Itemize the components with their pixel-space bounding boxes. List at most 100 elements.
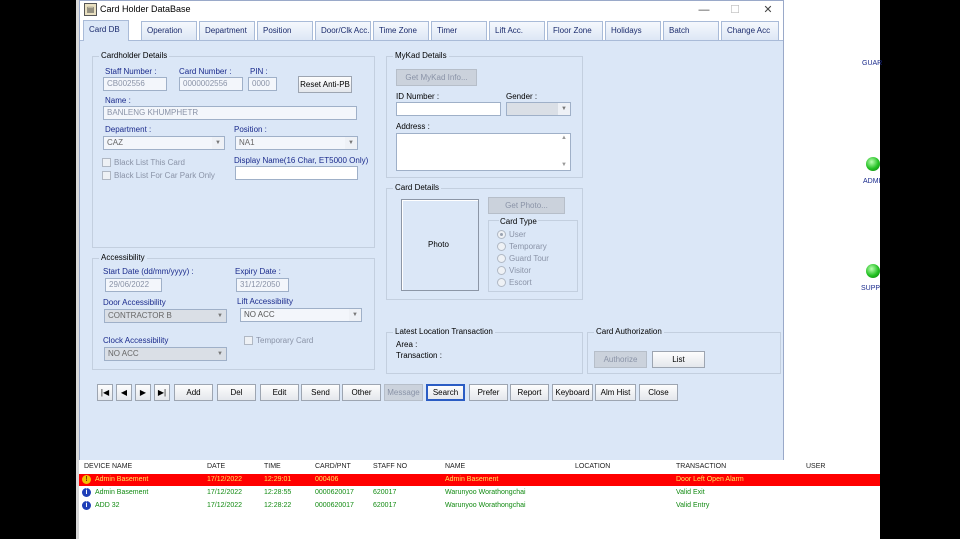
status-led-icon	[866, 157, 880, 171]
tab-department[interactable]: Department	[199, 21, 255, 40]
photo-frame[interactable]: Photo	[401, 199, 479, 291]
tab-timer[interactable]: Timer	[431, 21, 487, 40]
name-field[interactable]: BANLENG KHUMPHETR	[103, 106, 357, 120]
close-window-button[interactable]: ✕	[753, 1, 783, 19]
card-type-visitor-label: Visitor	[509, 266, 532, 275]
get-mykad-info-button[interactable]: Get MyKad Info...	[396, 69, 477, 86]
card-type-temporary-radio[interactable]	[497, 242, 506, 251]
col-time[interactable]: TIME	[264, 463, 281, 470]
log-row[interactable]: i ADD 32 17/12/2022 12:28:22 0000620017 …	[79, 500, 880, 512]
send-button[interactable]: Send	[301, 384, 340, 401]
prefer-button[interactable]: Prefer	[469, 384, 508, 401]
start-date-label: Start Date (dd/mm/yyyy) :	[103, 267, 194, 276]
tab-card-db[interactable]: Card DB	[83, 20, 129, 41]
tab-batch[interactable]: Batch	[663, 21, 719, 40]
card-holder-window: ▤ Card Holder DataBase — ☐ ✕ Card DB Ope…	[79, 0, 784, 461]
alarm-history-button[interactable]: Alm Hist	[595, 384, 636, 401]
title-bar[interactable]: ▤ Card Holder DataBase — ☐ ✕	[80, 1, 783, 19]
expiry-date-field[interactable]: 31/12/2050	[236, 278, 289, 292]
card-type-temporary-label: Temporary	[509, 242, 547, 251]
group-title: Cardholder Details	[99, 51, 170, 60]
log-row[interactable]: i Admin Basement 17/12/2022 12:28:55 000…	[79, 487, 880, 499]
col-card-pnt[interactable]: CARD/PNT	[315, 463, 351, 470]
col-device-name[interactable]: DEVICE NAME	[84, 463, 132, 470]
department-select[interactable]: CAZ ▼	[103, 136, 225, 150]
staff-number-field[interactable]: CB002556	[103, 77, 167, 91]
info-icon: i	[82, 501, 91, 510]
id-number-field[interactable]	[396, 102, 501, 116]
position-select[interactable]: NA1 ▼	[235, 136, 358, 150]
other-button[interactable]: Other	[342, 384, 381, 401]
card-type-visitor-radio[interactable]	[497, 266, 506, 275]
scroll-down-icon[interactable]: ▼	[561, 162, 567, 168]
col-transaction[interactable]: TRANSACTION	[676, 463, 726, 470]
maximize-button[interactable]: ☐	[720, 1, 750, 19]
card-type-escort-radio[interactable]	[497, 278, 506, 287]
pin-field[interactable]: 0000	[248, 77, 277, 91]
blacklist-card-checkbox[interactable]	[102, 158, 111, 167]
staff-number-label: Staff Number :	[105, 67, 157, 76]
col-user[interactable]: USER	[806, 463, 825, 470]
scroll-up-icon[interactable]: ▲	[561, 135, 567, 141]
address-textarea[interactable]	[396, 133, 571, 171]
get-photo-button[interactable]: Get Photo...	[488, 197, 565, 214]
next-record-button[interactable]: ▶	[135, 384, 151, 401]
tab-operation[interactable]: Operation	[141, 21, 197, 40]
tab-change-acc[interactable]: Change Acc	[721, 21, 779, 40]
edit-button[interactable]: Edit	[260, 384, 299, 401]
department-value: CAZ	[107, 138, 123, 147]
door-accessibility-value: CONTRACTOR B	[108, 311, 172, 320]
group-title: Card Authorization	[594, 327, 664, 336]
gender-select[interactable]: ▼	[506, 102, 571, 116]
tab-floor-zone[interactable]: Floor Zone	[547, 21, 603, 40]
card-type-group: Card Type User Temporary Guard Tour Visi…	[488, 217, 578, 292]
display-name-field[interactable]	[235, 166, 358, 180]
card-details-group: Card Details Photo Get Photo... Card Typ…	[386, 183, 583, 300]
col-date[interactable]: DATE	[207, 463, 225, 470]
temporary-card-checkbox[interactable]	[244, 336, 253, 345]
tab-position[interactable]: Position	[257, 21, 313, 40]
report-button[interactable]: Report	[510, 384, 549, 401]
lift-accessibility-select[interactable]: NO ACC ▼	[240, 308, 362, 322]
close-button[interactable]: Close	[639, 384, 678, 401]
col-staff-no[interactable]: STAFF NO	[373, 463, 407, 470]
tab-time-zone[interactable]: Time Zone	[373, 21, 429, 40]
start-date-field[interactable]: 29/06/2022	[105, 278, 162, 292]
door-accessibility-select[interactable]: CONTRACTOR B ▼	[104, 309, 227, 323]
card-db-panel: Cardholder Details Staff Number : CB0025…	[80, 41, 783, 461]
log-transaction: Valid Entry	[676, 502, 710, 509]
add-button[interactable]: Add	[174, 384, 213, 401]
col-location[interactable]: LOCATION	[575, 463, 610, 470]
log-time: 12:28:55	[264, 489, 292, 496]
backdrop-label-supp: SUPP	[861, 285, 881, 292]
log-time: 12:28:22	[264, 502, 292, 509]
log-row[interactable]: ! Admin Basement 17/12/2022 12:29:01 000…	[79, 474, 880, 486]
search-button[interactable]: Search	[426, 384, 465, 401]
tab-lift-acc[interactable]: Lift Acc.	[489, 21, 545, 40]
tab-holidays[interactable]: Holidays	[605, 21, 661, 40]
message-button[interactable]: Message	[384, 384, 423, 401]
previous-record-button[interactable]: ◀	[116, 384, 132, 401]
log-header: DEVICE NAME DATE TIME CARD/PNT STAFF NO …	[79, 460, 880, 474]
clock-accessibility-select[interactable]: NO ACC ▼	[104, 347, 227, 361]
authorize-button[interactable]: Authorize	[594, 351, 647, 368]
card-type-guard-tour-radio[interactable]	[497, 254, 506, 263]
list-button[interactable]: List	[652, 351, 705, 368]
chevron-down-icon: ▼	[345, 137, 357, 149]
delete-button[interactable]: Del	[217, 384, 256, 401]
minimize-button[interactable]: —	[689, 1, 719, 19]
tab-door-clk-acc[interactable]: Door/Clk Acc.	[315, 21, 371, 40]
card-number-field[interactable]: 0000002556	[179, 77, 243, 91]
card-authorization-group: Card Authorization Authorize List	[587, 327, 781, 374]
log-date: 17/12/2022	[207, 502, 243, 509]
log-date: 17/12/2022	[207, 489, 243, 496]
last-record-button[interactable]: ▶|	[154, 384, 170, 401]
reset-anti-pb-button[interactable]: Reset Anti-PB	[298, 76, 352, 93]
first-record-button[interactable]: |◀	[97, 384, 113, 401]
blacklist-carpark-checkbox[interactable]	[102, 171, 111, 180]
card-type-user-radio[interactable]	[497, 230, 506, 239]
chevron-down-icon: ▼	[212, 137, 224, 149]
keyboard-button[interactable]: Keyboard	[552, 384, 593, 401]
col-name[interactable]: NAME	[445, 463, 465, 470]
backdrop-label-guard: GUAR	[862, 60, 883, 67]
